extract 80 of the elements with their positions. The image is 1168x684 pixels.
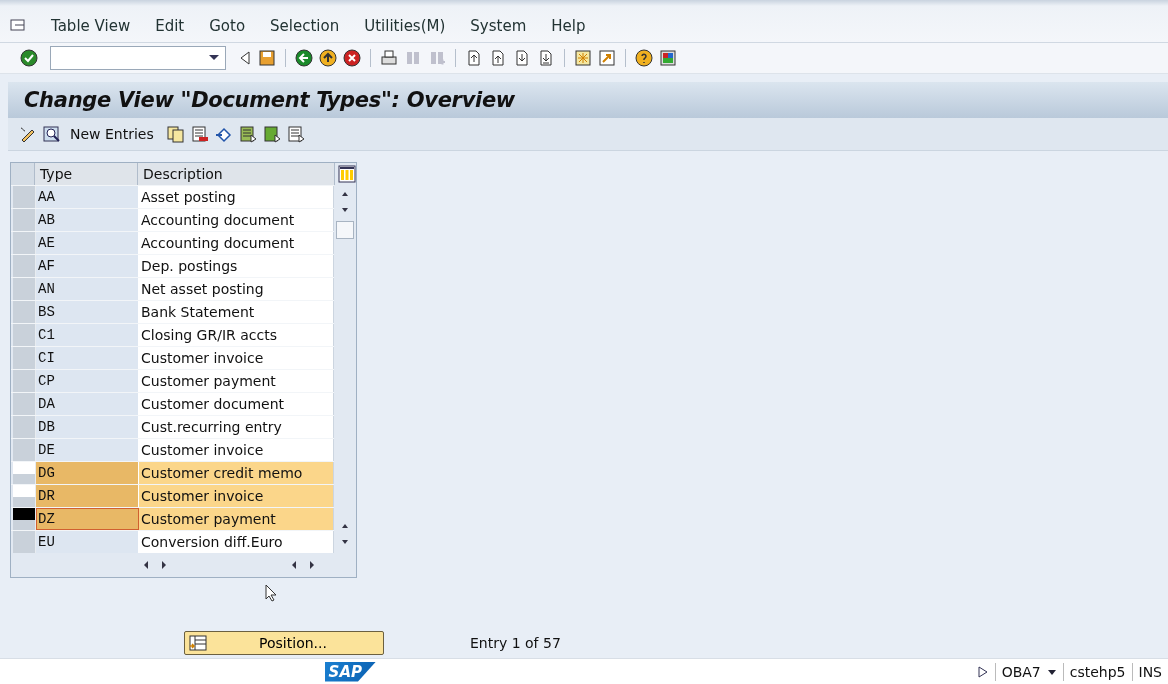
table-cell[interactable]: Net asset posting (139, 278, 334, 301)
table-cell[interactable]: Customer invoice (139, 439, 334, 462)
table-cell[interactable]: Closing GR/IR accts (139, 324, 334, 347)
column-header[interactable]: Type (35, 163, 138, 186)
select-all-icon[interactable] (237, 125, 258, 143)
select-block-icon[interactable] (261, 125, 282, 143)
table-cell[interactable]: Customer payment (139, 370, 334, 393)
menu-item[interactable]: Table View (51, 17, 131, 36)
back-triangle-icon[interactable] (238, 49, 252, 68)
table-cell[interactable]: DR (36, 485, 139, 508)
scroll-thumb[interactable] (336, 221, 354, 240)
next-page-icon[interactable] (513, 49, 531, 68)
help-icon[interactable] (635, 49, 653, 68)
layout-menu-icon[interactable] (659, 49, 677, 68)
scroll-right-icon[interactable] (307, 559, 317, 572)
table-cell[interactable]: AF (36, 255, 139, 278)
position-button[interactable]: Position... (184, 631, 384, 656)
scroll-right-icon[interactable] (159, 559, 169, 572)
table-cell[interactable]: Customer payment (139, 508, 334, 531)
transaction-code[interactable]: OBA7 (1001, 663, 1041, 680)
menu-item[interactable]: System (470, 17, 527, 36)
table-cell[interactable]: Conversion diff.Euro (139, 531, 334, 554)
table-cell[interactable]: AN (36, 278, 139, 301)
table-cell[interactable]: Dep. postings (139, 255, 334, 278)
table-cell[interactable]: DE (36, 439, 139, 462)
table-cell[interactable]: Accounting document (139, 209, 334, 232)
new-window-icon[interactable] (574, 49, 592, 68)
table-cell[interactable]: AB (36, 209, 139, 232)
insert-mode[interactable]: INS (1138, 663, 1162, 680)
row-selector[interactable] (13, 508, 36, 531)
menu-item[interactable]: Selection (270, 17, 340, 36)
menu-item[interactable]: Goto (209, 17, 246, 36)
last-page-icon[interactable] (537, 49, 555, 68)
save-icon[interactable] (258, 49, 276, 68)
menu-item[interactable]: Utilities(M) (364, 17, 446, 36)
table-cell[interactable]: BS (36, 301, 139, 324)
enter-check-icon[interactable] (20, 49, 38, 68)
mouse-pointer-icon (265, 584, 277, 603)
screen-title: Change View "Document Types": Overview (24, 88, 515, 113)
position-icon[interactable] (189, 635, 207, 652)
table-cell[interactable]: CP (36, 370, 139, 393)
command-field[interactable] (50, 46, 226, 71)
table-cell[interactable]: AA (36, 186, 139, 209)
print-icon[interactable] (380, 49, 398, 68)
table-cell[interactable]: EU (36, 531, 139, 554)
deselect-all-icon[interactable] (285, 125, 306, 143)
table-cell[interactable]: DG (36, 462, 139, 485)
table-cell[interactable]: DA (36, 393, 139, 416)
sap-logo: SAP (324, 661, 376, 682)
table-cell[interactable]: Bank Statement (139, 301, 334, 324)
table-cell[interactable]: Asset posting (139, 186, 334, 209)
expand-status-icon[interactable] (976, 664, 989, 679)
dropdown-icon[interactable] (1046, 667, 1057, 676)
display-icon[interactable] (42, 125, 62, 143)
table-cell[interactable]: CI (36, 347, 139, 370)
menu-item[interactable]: Edit (155, 17, 185, 36)
table-cell[interactable]: DZ (36, 508, 139, 531)
entry-count: Entry 1 of 57 (470, 635, 561, 652)
previous-page-icon[interactable] (489, 49, 507, 68)
cancel-icon[interactable] (343, 49, 361, 68)
menu-icon[interactable] (10, 19, 26, 34)
server-name: cstehp5 (1069, 663, 1126, 680)
copy-icon[interactable] (165, 125, 186, 143)
first-page-icon[interactable] (465, 49, 483, 68)
table-cell[interactable]: Customer invoice (139, 347, 334, 370)
table-cell[interactable]: Cust.recurring entry (139, 416, 334, 439)
column-header[interactable]: Description (138, 163, 335, 186)
delete-icon[interactable] (189, 125, 210, 143)
menu-item[interactable]: Help (551, 17, 586, 36)
table-cell[interactable]: Customer document (139, 393, 334, 416)
new-entries-button[interactable]: New Entries (66, 126, 162, 142)
table-cell[interactable]: Customer credit memo (139, 462, 334, 485)
shortcut-icon[interactable] (598, 49, 616, 68)
table-cell[interactable]: C1 (36, 324, 139, 347)
table-cell[interactable]: DB (36, 416, 139, 439)
column-settings-icon[interactable] (338, 165, 356, 184)
undo-icon[interactable] (213, 125, 234, 143)
table-cell[interactable]: AE (36, 232, 139, 255)
table-cell[interactable]: Accounting document (139, 232, 334, 255)
table-cell[interactable]: Customer invoice (139, 485, 334, 508)
